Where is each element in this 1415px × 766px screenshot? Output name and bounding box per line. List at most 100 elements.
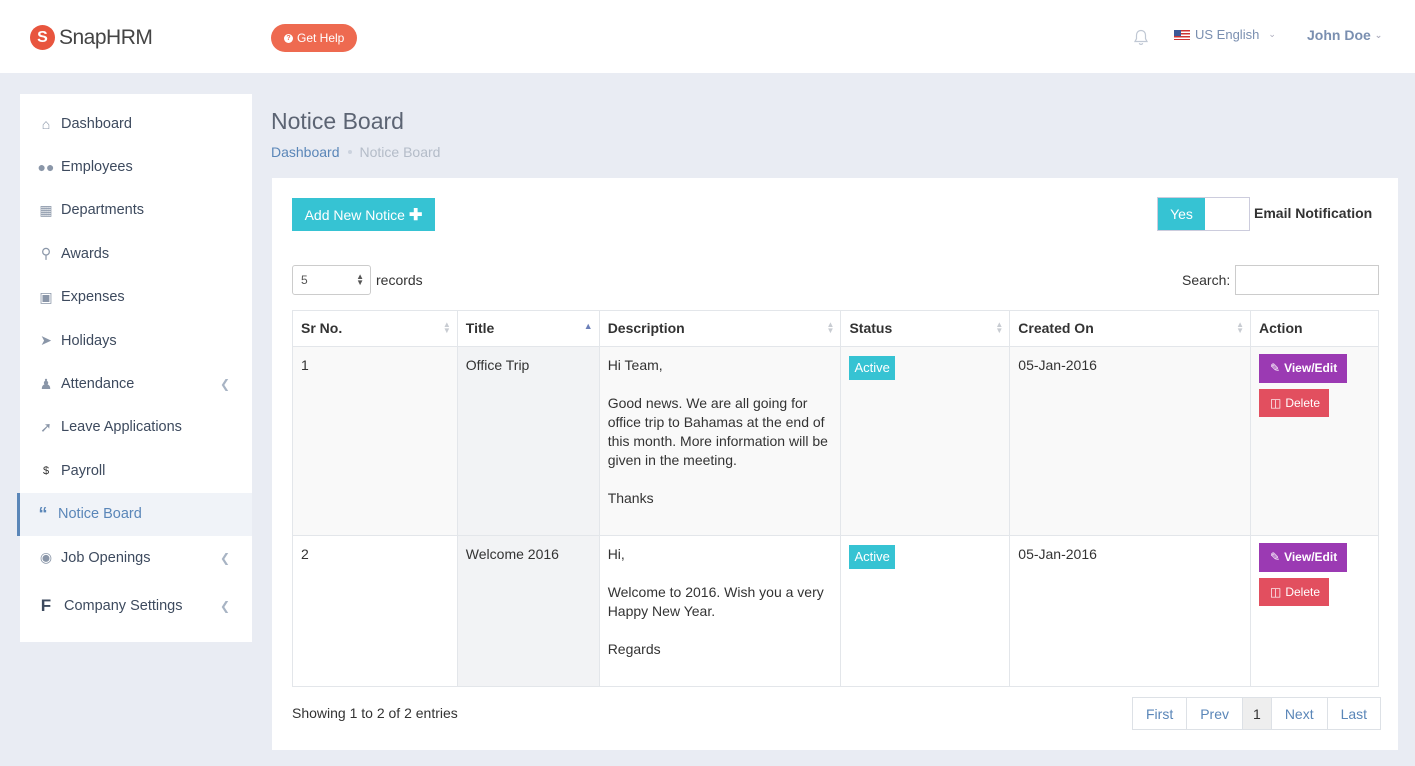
cell-action: ✎ View/Edit ◫ Delete	[1250, 535, 1379, 687]
column-header-label: Status	[849, 320, 893, 336]
description-line: Welcome to 2016. Wish you a very Happy N…	[607, 584, 824, 619]
rocket-icon: ➚	[40, 418, 52, 435]
search-label: Search:	[1182, 272, 1231, 288]
sidebar-item-awards[interactable]: ⚲ Awards	[20, 232, 252, 275]
cell-sr-no: 1	[292, 346, 458, 536]
description-line: Hi Team,	[607, 357, 663, 373]
user-name: John Doe	[1307, 27, 1371, 43]
pager-current-page[interactable]: 1	[1242, 697, 1272, 730]
status-badge: Active	[849, 545, 895, 569]
sidebar-item-label: Awards	[61, 245, 110, 262]
sort-ascending-icon: ▲	[583, 321, 593, 331]
sidebar: ⌂ Dashboard ●● Employees ▦ Departments ⚲…	[17, 94, 252, 642]
view-edit-label: View/Edit	[1284, 361, 1338, 375]
get-help-button[interactable]: ? Get Help	[271, 24, 358, 52]
column-header-description[interactable]: Description ▲ ▼	[598, 310, 842, 347]
dollar-icon: $	[42, 464, 50, 477]
records-per-page: 5 ▲ ▼ records	[292, 265, 423, 295]
search-input[interactable]	[1235, 265, 1380, 295]
logo[interactable]: S SnapHRM	[30, 25, 153, 50]
home-icon: ⌂	[41, 115, 51, 132]
toggle-handle	[1205, 198, 1249, 230]
sidebar-item-label: Employees	[61, 159, 133, 176]
breadcrumb-current: Notice Board	[359, 144, 441, 160]
sort-icon: ▲ ▼	[995, 320, 1004, 335]
top-header: S SnapHRM ? Get Help US English ⌄ John D…	[0, 0, 1415, 73]
column-header-label: Created On	[1018, 320, 1094, 336]
quote-icon: “	[38, 503, 48, 524]
language-dropdown[interactable]: US English ⌄	[1174, 27, 1276, 42]
sidebar-item-payroll[interactable]: $ Payroll	[20, 449, 252, 492]
column-header-created-on[interactable]: Created On ▲ ▼	[1009, 310, 1251, 347]
sidebar-item-departments[interactable]: ▦ Departments	[20, 189, 252, 232]
column-header-label: Action	[1259, 320, 1303, 336]
pager-next[interactable]: Next	[1270, 697, 1328, 730]
sidebar-item-job-openings[interactable]: ◉ Job Openings ❮	[20, 536, 252, 579]
delete-button[interactable]: ◫ Delete	[1259, 389, 1329, 417]
page-title: Notice Board	[271, 108, 404, 134]
column-header-title[interactable]: Title ▲	[456, 310, 600, 347]
edit-icon: ✎	[1270, 361, 1281, 375]
sidebar-item-label: Payroll	[61, 462, 106, 479]
f-icon: F	[40, 596, 52, 616]
trash-icon: ◫	[1270, 395, 1282, 410]
cell-title: Welcome 2016	[456, 535, 600, 687]
email-notification-toggle[interactable]: Yes	[1157, 197, 1250, 231]
search-box: Search:	[1182, 265, 1380, 295]
money-icon: ▣	[39, 288, 53, 305]
sidebar-item-expenses[interactable]: ▣ Expenses	[20, 276, 252, 319]
sidebar-item-label: Job Openings	[61, 549, 151, 566]
sidebar-item-employees[interactable]: ●● Employees	[20, 145, 252, 188]
pager-prev[interactable]: Prev	[1186, 697, 1244, 730]
view-edit-button[interactable]: ✎ View/Edit	[1259, 354, 1347, 383]
cell-title: Office Trip	[456, 346, 600, 536]
email-notification-label: Email Notification	[1254, 205, 1373, 221]
language-label: US English	[1195, 27, 1260, 42]
sidebar-item-label: Leave Applications	[61, 419, 182, 436]
pager-first[interactable]: First	[1132, 697, 1188, 730]
chevron-left-icon: ❮	[219, 377, 230, 392]
user-icon: ♟	[39, 375, 53, 392]
chevron-down-icon: ⌄	[1268, 29, 1276, 39]
column-header-label: Title	[465, 320, 495, 336]
question-icon: ?	[284, 33, 293, 43]
breadcrumb: Dashboard Notice Board	[271, 144, 440, 160]
sidebar-item-notice-board[interactable]: “ Notice Board	[17, 492, 252, 536]
pagination: First Prev 1 Next Last	[1132, 697, 1382, 730]
users-icon: ●●	[37, 159, 55, 176]
notice-panel: Add New Notice ✚ Yes Email Notification …	[272, 178, 1398, 750]
column-header-status[interactable]: Status ▲ ▼	[840, 310, 1011, 347]
view-edit-button[interactable]: ✎ View/Edit	[1259, 543, 1347, 572]
snaphrm-logo-icon: S	[30, 25, 55, 50]
plus-icon: ✚	[408, 206, 423, 224]
sidebar-item-company-settings[interactable]: F Company Settings ❮	[20, 579, 252, 633]
sidebar-item-label: Attendance	[61, 376, 135, 393]
column-header-sr-no[interactable]: Sr No. ▲ ▼	[292, 310, 458, 347]
delete-label: Delete	[1285, 584, 1321, 599]
user-menu[interactable]: John Doe ⌄	[1307, 27, 1382, 43]
delete-button[interactable]: ◫ Delete	[1259, 578, 1329, 606]
sort-icon: ▲ ▼	[442, 320, 451, 335]
sidebar-item-label: Holidays	[61, 332, 117, 349]
sidebar-item-attendance[interactable]: ♟ Attendance ❮	[20, 362, 252, 405]
description-line: Good news. We are all going for office t…	[607, 395, 828, 468]
view-edit-label: View/Edit	[1284, 550, 1338, 564]
sidebar-item-dashboard[interactable]: ⌂ Dashboard	[20, 102, 252, 145]
sidebar-item-holidays[interactable]: ➤ Holidays	[20, 319, 252, 362]
chevron-down-icon: ⌄	[1374, 29, 1383, 40]
cell-description: Hi, Welcome to 2016. Wish you a very Hap…	[598, 535, 842, 687]
records-select[interactable]: 5 ▲ ▼	[292, 265, 371, 295]
add-new-notice-button[interactable]: Add New Notice ✚	[292, 198, 435, 231]
table-info: Showing 1 to 2 of 2 entries	[292, 705, 458, 721]
sidebar-item-leave-applications[interactable]: ➚ Leave Applications	[20, 406, 252, 449]
breadcrumb-dashboard-link[interactable]: Dashboard	[271, 144, 340, 160]
cell-created-on: 05-Jan-2016	[1009, 346, 1251, 536]
column-header-action: Action	[1250, 310, 1379, 347]
cell-sr-no: 2	[292, 535, 458, 687]
trophy-icon: ⚲	[40, 245, 52, 262]
trash-icon: ◫	[1270, 584, 1282, 599]
pager-last[interactable]: Last	[1326, 697, 1382, 730]
records-select-value: 5	[301, 273, 308, 287]
records-label: records	[376, 272, 423, 288]
bell-icon[interactable]	[1133, 29, 1149, 47]
